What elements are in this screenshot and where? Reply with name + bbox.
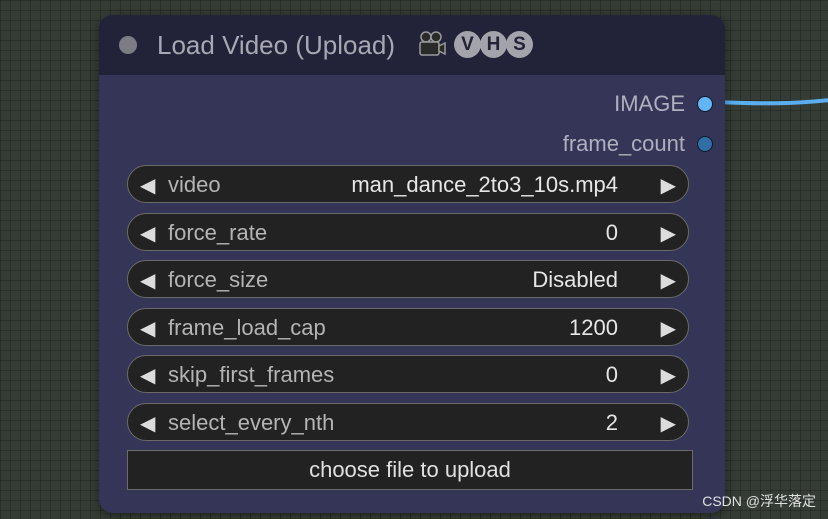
vhs-badge-h: H	[480, 31, 507, 58]
decrement-arrow-icon[interactable]: ◀	[140, 363, 155, 388]
vhs-badges: V H S	[454, 31, 533, 58]
widget-value[interactable]: 1200	[569, 315, 618, 341]
collapse-toggle-icon[interactable]	[119, 36, 137, 54]
output-frame-count[interactable]: frame_count	[563, 131, 713, 157]
widget-label: force_rate	[168, 220, 268, 245]
increment-arrow-icon[interactable]: ▶	[661, 268, 676, 293]
node-title: Load Video (Upload)	[157, 30, 396, 60]
increment-arrow-icon[interactable]: ▶	[661, 173, 676, 198]
widget-skip-first-frames[interactable]: ◀ skip_first_frames 0 ▶	[127, 355, 689, 393]
decrement-arrow-icon[interactable]: ◀	[140, 221, 155, 246]
widget-label: frame_load_cap	[168, 315, 326, 340]
vhs-badge-v: V	[454, 31, 481, 58]
decrement-arrow-icon[interactable]: ◀	[140, 316, 155, 341]
widget-value[interactable]: Disabled	[532, 267, 618, 293]
output-slot-frame-count-icon[interactable]	[697, 136, 713, 152]
vhs-badge-s: S	[506, 31, 533, 58]
watermark: CSDN @浮华落定	[702, 493, 816, 509]
node-header[interactable]: Load Video (Upload) V H S	[99, 15, 725, 75]
widget-value[interactable]: 2	[606, 410, 618, 436]
widget-label: select_every_nth	[168, 410, 335, 435]
widget-force-size[interactable]: ◀ force_size Disabled ▶	[127, 260, 689, 298]
load-video-node[interactable]: Load Video (Upload) V H S IMAGE frame_co…	[99, 15, 725, 513]
increment-arrow-icon[interactable]: ▶	[661, 363, 676, 388]
increment-arrow-icon[interactable]: ▶	[661, 316, 676, 341]
output-slot-image-icon[interactable]	[697, 96, 713, 112]
increment-arrow-icon[interactable]: ▶	[661, 411, 676, 436]
widget-label: skip_first_frames	[168, 362, 335, 387]
widget-value[interactable]: 0	[606, 362, 618, 388]
widget-force-rate[interactable]: ◀ force_rate 0 ▶	[127, 213, 689, 251]
widget-select-every-nth[interactable]: ◀ select_every_nth 2 ▶	[127, 403, 689, 441]
output-image[interactable]: IMAGE	[614, 91, 713, 117]
decrement-arrow-icon[interactable]: ◀	[140, 268, 155, 293]
choose-file-upload-button[interactable]: choose file to upload	[127, 450, 693, 490]
widget-frame-load-cap[interactable]: ◀ frame_load_cap 1200 ▶	[127, 308, 689, 346]
output-label-frame-count: frame_count	[562, 131, 685, 156]
output-label-image: IMAGE	[614, 91, 685, 116]
decrement-arrow-icon[interactable]: ◀	[140, 411, 155, 436]
widget-label: force_size	[168, 267, 269, 292]
widget-video[interactable]: ◀ video man_dance_2to3_10s.mp4 ▶	[127, 165, 689, 203]
increment-arrow-icon[interactable]: ▶	[661, 221, 676, 246]
widget-label: video	[168, 172, 221, 197]
decrement-arrow-icon[interactable]: ◀	[140, 173, 155, 198]
widget-value[interactable]: man_dance_2to3_10s.mp4	[351, 172, 618, 198]
widget-value[interactable]: 0	[606, 220, 618, 246]
video-camera-icon	[419, 31, 446, 56]
